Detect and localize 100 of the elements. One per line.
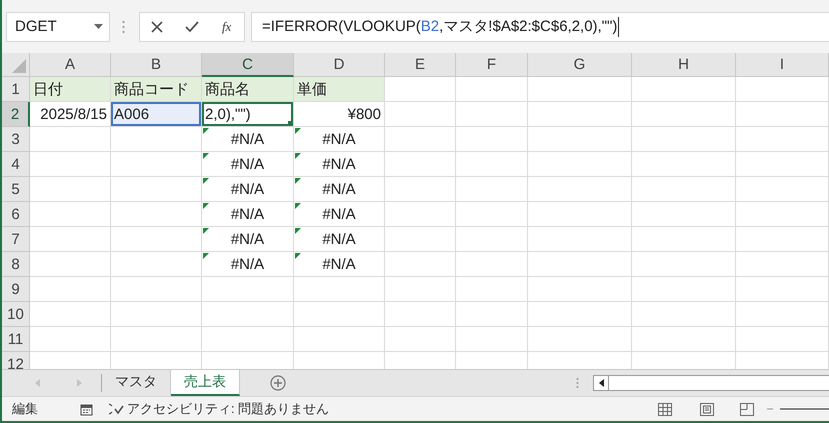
select-all-corner[interactable] <box>2 53 30 77</box>
empty-cell[interactable] <box>632 302 736 327</box>
empty-cell[interactable] <box>202 302 294 327</box>
empty-cell[interactable] <box>456 227 528 252</box>
empty-cell[interactable] <box>736 252 829 277</box>
empty-cell[interactable] <box>111 327 202 352</box>
empty-cell[interactable] <box>528 152 632 177</box>
empty-cell[interactable] <box>294 277 385 302</box>
empty-cell[interactable] <box>385 327 456 352</box>
empty-cell[interactable] <box>736 327 829 352</box>
empty-cell[interactable] <box>632 152 736 177</box>
empty-cell[interactable] <box>456 302 528 327</box>
empty-cell[interactable] <box>385 302 456 327</box>
column-header[interactable]: B <box>111 53 202 77</box>
empty-cell[interactable] <box>456 277 528 302</box>
page-break-preview-icon[interactable] <box>740 402 754 416</box>
error-cell: #N/A <box>202 227 294 252</box>
empty-cell[interactable] <box>202 277 294 302</box>
empty-cell[interactable] <box>736 77 829 102</box>
empty-cell[interactable] <box>202 327 294 352</box>
error-indicator-icon <box>295 128 301 134</box>
accessibility-check-icon[interactable] <box>109 402 124 416</box>
empty-cell[interactable] <box>528 202 632 227</box>
error-indicator-icon <box>203 153 209 159</box>
empty-cell[interactable] <box>528 127 632 152</box>
empty-cell[interactable] <box>528 227 632 252</box>
row-header[interactable]: 2 <box>2 102 30 127</box>
empty-cell[interactable] <box>736 102 829 127</box>
empty-cell[interactable] <box>111 302 202 327</box>
macro-record-icon[interactable] <box>80 402 93 416</box>
empty-cell[interactable] <box>736 152 829 177</box>
empty-cell[interactable] <box>385 277 456 302</box>
column-header[interactable]: A <box>30 53 111 77</box>
horizontal-scrollbar[interactable] <box>593 375 829 391</box>
column-header[interactable]: I <box>736 53 829 77</box>
empty-cell[interactable] <box>111 277 202 302</box>
empty-cell[interactable] <box>632 77 736 102</box>
insert-function-button[interactable]: fx <box>214 14 239 38</box>
empty-cell[interactable] <box>736 227 829 252</box>
empty-cell[interactable] <box>456 77 528 102</box>
empty-cell[interactable] <box>456 152 528 177</box>
column-header[interactable]: G <box>528 53 632 77</box>
page-layout-icon[interactable] <box>700 402 714 416</box>
empty-cell[interactable] <box>456 327 528 352</box>
empty-cell[interactable] <box>528 252 632 277</box>
empty-cell[interactable] <box>632 177 736 202</box>
splitter-grip-icon[interactable] <box>576 377 579 389</box>
empty-cell[interactable] <box>736 177 829 202</box>
empty-cell[interactable] <box>632 227 736 252</box>
mode-indicator: 編集 <box>12 400 38 418</box>
column-header[interactable]: D <box>294 53 385 77</box>
row-header[interactable]: 4 <box>2 152 30 177</box>
column-header[interactable]: E <box>385 53 456 77</box>
empty-cell[interactable] <box>528 77 632 102</box>
name-box[interactable]: DGET <box>6 12 110 42</box>
empty-cell[interactable] <box>736 277 829 302</box>
formula-field[interactable]: =IFERROR(VLOOKUP(B2,マスタ!$A$2:$C$6,2,0),"") <box>251 12 829 42</box>
empty-cell[interactable] <box>456 102 528 127</box>
error-cell: #N/A <box>294 202 385 227</box>
scroll-right-icon[interactable] <box>77 379 82 387</box>
empty-cell[interactable] <box>528 277 632 302</box>
error-indicator-icon <box>203 178 209 184</box>
empty-cell[interactable] <box>528 327 632 352</box>
empty-cell[interactable] <box>632 202 736 227</box>
empty-cell[interactable] <box>456 127 528 152</box>
column-header[interactable]: H <box>632 53 736 77</box>
row-header[interactable]: 6 <box>2 202 30 227</box>
row-header[interactable]: 5 <box>2 177 30 202</box>
sheet-tab[interactable]: 売上表 <box>171 370 240 396</box>
empty-cell[interactable] <box>456 252 528 277</box>
active-cell[interactable]: 2,0),"") <box>202 102 294 127</box>
empty-cell[interactable] <box>294 302 385 327</box>
row-header[interactable]: 3 <box>2 127 30 152</box>
empty-cell[interactable] <box>528 177 632 202</box>
normal-view-icon[interactable] <box>658 402 672 416</box>
row-header[interactable]: 9 <box>2 277 30 302</box>
empty-cell[interactable] <box>736 302 829 327</box>
row-header[interactable]: 8 <box>2 252 30 277</box>
empty-cell[interactable] <box>632 327 736 352</box>
empty-cell[interactable] <box>632 102 736 127</box>
empty-cell[interactable] <box>632 127 736 152</box>
accessibility-status[interactable]: アクセシビリティ: 問題ありません <box>127 400 330 418</box>
empty-cell[interactable] <box>294 327 385 352</box>
column-header[interactable]: C <box>202 53 294 77</box>
empty-cell[interactable] <box>632 277 736 302</box>
empty-cell[interactable] <box>736 127 829 152</box>
column-header[interactable]: F <box>456 53 528 77</box>
empty-cell[interactable] <box>528 302 632 327</box>
row-header[interactable]: 10 <box>2 302 30 327</box>
table-cell: ¥800 <box>294 102 385 127</box>
empty-cell[interactable] <box>528 102 632 127</box>
empty-cell[interactable] <box>456 177 528 202</box>
empty-cell[interactable] <box>456 202 528 227</box>
row-header[interactable]: 7 <box>2 227 30 252</box>
row-header[interactable]: 11 <box>2 327 30 352</box>
empty-cell[interactable] <box>736 202 829 227</box>
scroll-left-icon[interactable] <box>34 379 40 387</box>
row-header[interactable]: 1 <box>2 77 30 102</box>
empty-cell[interactable] <box>632 252 736 277</box>
row-header[interactable]: 12 <box>2 352 30 369</box>
